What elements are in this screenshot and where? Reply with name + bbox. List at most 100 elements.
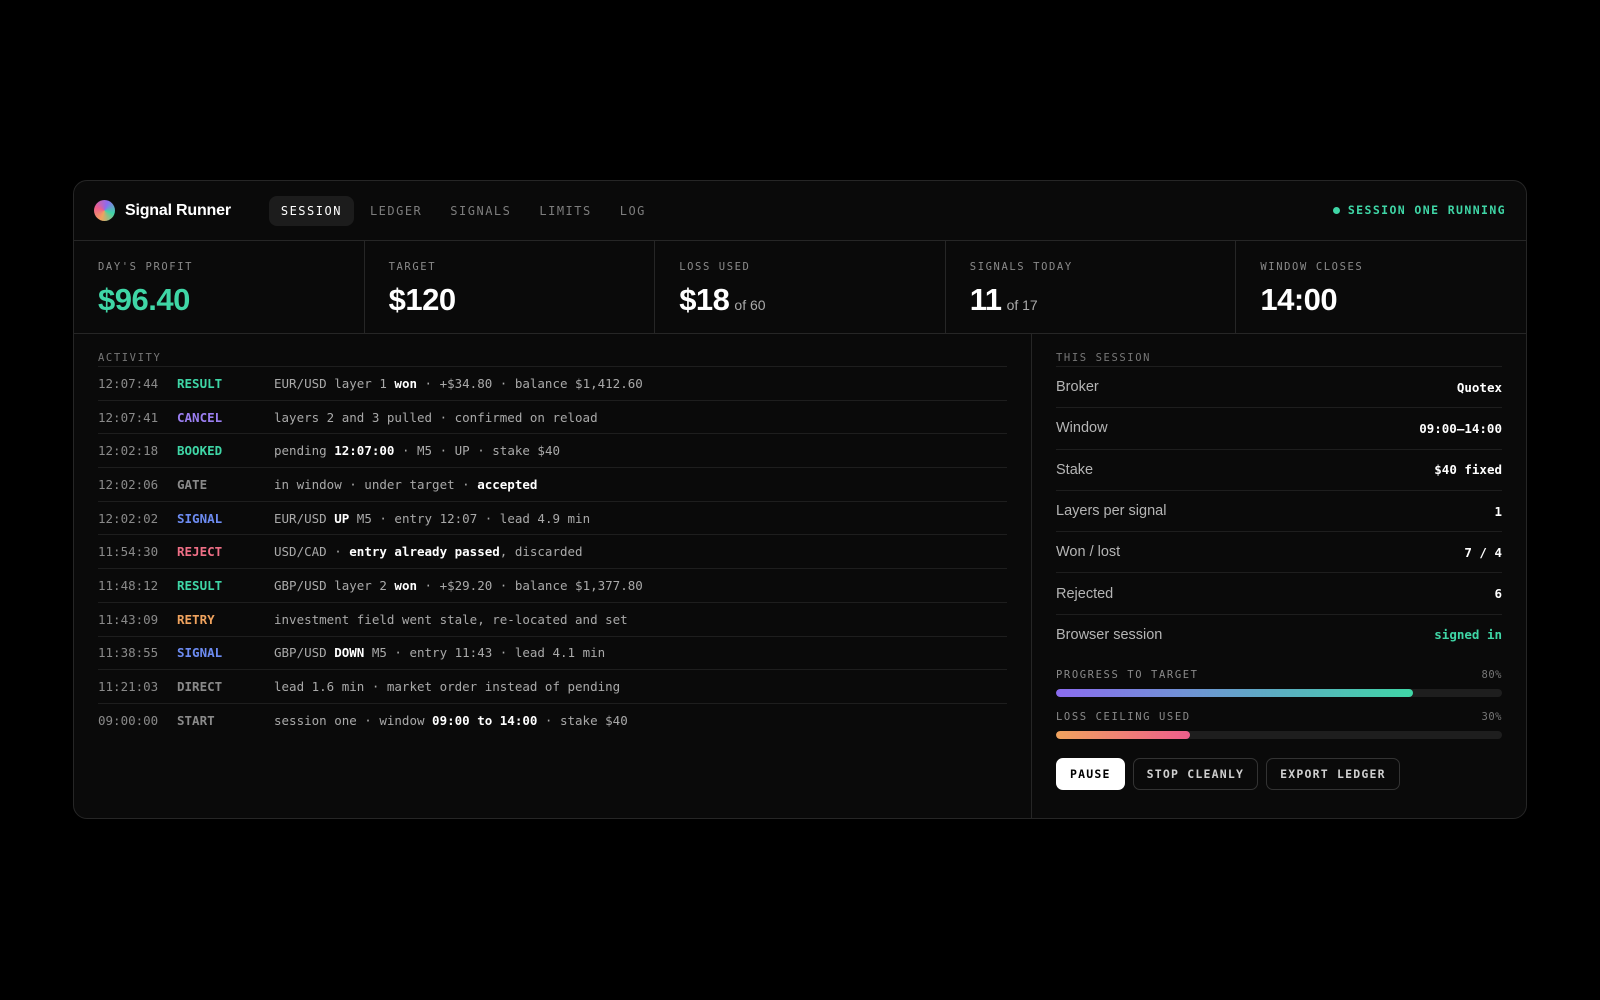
tab-limits[interactable]: LIMITS: [527, 196, 603, 226]
log-message-emphasis: 09:00 to 14:00: [432, 712, 538, 728]
loss-meter: LOSS CEILING USED 30%: [1056, 711, 1502, 740]
log-message-text: · stake $40: [537, 712, 628, 728]
log-time: 12:02:18: [98, 443, 159, 459]
session-row-stake: Stake $40 fixed: [1056, 448, 1502, 490]
loss-ceiling-percent: 30%: [1481, 711, 1502, 724]
session-value: 1: [1494, 503, 1502, 519]
stat-value: 14:00: [1260, 282, 1502, 318]
log-tag: BOOKED: [177, 443, 223, 459]
stat-value: $120: [389, 282, 631, 318]
loss-ceiling-label: LOSS CEILING USED: [1056, 711, 1191, 724]
log-message-emphasis: won: [394, 375, 417, 391]
brand: Signal Runner: [94, 200, 231, 221]
log-row: 12:02:02 SIGNAL EUR/USD UP M5 · entry 12:0…: [98, 500, 1007, 535]
pause-button[interactable]: PAUSE: [1056, 758, 1125, 791]
log-time: 12:02:06: [98, 476, 159, 492]
log-time: 11:48:12: [98, 577, 159, 593]
log-tag: SIGNAL: [177, 645, 223, 661]
tab-signals[interactable]: SIGNALS: [438, 196, 523, 226]
stat-label: SIGNALS TODAY: [969, 261, 1073, 273]
log-message-text: , discarded: [499, 544, 583, 560]
progress-percent: 80%: [1481, 669, 1502, 682]
log-message: GBP/USD layer 2 won · +$29.20 · balance …: [274, 578, 643, 593]
tab-session[interactable]: SESSION: [268, 195, 354, 226]
log-message: investment field went stale, re-located …: [274, 612, 628, 627]
log-message-text: USD/CAD ·: [274, 544, 350, 560]
activity-log: 12:07:44 RESULT EUR/USD layer 1 won · +$34…: [98, 366, 1007, 737]
activity-panel: ACTIVITY 12:07:44 RESULT EUR/USD layer 1 w…: [74, 334, 1032, 818]
stats-row: DAY'S PROFIT $96.40 TARGET $120 LOSS USE…: [74, 241, 1526, 334]
log-row: 12:07:44 RESULT EUR/USD layer 1 won · +$34…: [98, 366, 1007, 400]
stat-value: $18 of 60: [679, 282, 921, 318]
progress-fill: [1056, 689, 1413, 698]
session-key: Window: [1056, 420, 1108, 437]
log-message-text: EUR/USD: [274, 510, 335, 526]
log-time: 12:07:44: [98, 375, 159, 391]
session-value: 6: [1494, 586, 1502, 602]
log-message-text: lead 1.6 min · market order instead of p…: [274, 679, 621, 695]
signals-value: 11: [969, 282, 1002, 317]
action-buttons: PAUSE STOP CLEANLY EXPORT LEDGER: [1056, 758, 1502, 791]
log-row: 11:54:30 REJECT USD/CAD · entry already pa…: [98, 534, 1007, 568]
main-body: ACTIVITY 12:07:44 RESULT EUR/USD layer 1 w…: [74, 334, 1526, 818]
log-time: 09:00:00: [98, 712, 159, 728]
log-row: 12:02:06 GATE in window · under target · a…: [98, 467, 1007, 501]
profit-value: $96.40: [98, 282, 190, 317]
status-dot-icon: [1332, 206, 1340, 214]
log-message: in window · under target · accepted: [274, 477, 537, 492]
window-value: 14:00: [1260, 282, 1338, 317]
app-name: Signal Runner: [125, 201, 231, 219]
session-panel: THIS SESSION Broker Quotex Window 09:00–14:…: [1032, 334, 1526, 818]
log-time: 11:38:55: [98, 645, 159, 661]
log-tag: START: [177, 712, 215, 728]
stat-label: DAY'S PROFIT: [98, 261, 194, 273]
log-message-emphasis: 12:07:00: [334, 443, 395, 459]
target-value: $120: [388, 282, 456, 317]
log-row: 09:00:00 START session one · window 09:00 …: [98, 702, 1007, 737]
session-details: Broker Quotex Window 09:00–14:00 Stake $40 fi…: [1056, 366, 1502, 655]
log-message-emphasis: entry already passed: [349, 544, 500, 560]
dashboard-panel: Signal Runner SESSION LEDGER SIGNALS LIMITS…: [73, 180, 1527, 819]
log-message-text: layers 2 and 3 pulled · confirmed on rel…: [274, 409, 598, 425]
log-message-emphasis: accepted: [477, 476, 538, 492]
log-row: 11:38:55 SIGNAL GBP/USD DOWN M5 · entry 11…: [98, 635, 1007, 670]
loss-value: $18: [679, 282, 730, 317]
session-key: Stake: [1056, 461, 1094, 478]
session-row-browser-session: Browser session signed in: [1056, 613, 1502, 655]
log-tag: RETRY: [177, 611, 215, 627]
session-key: Won / lost: [1056, 544, 1121, 561]
session-value: signed in: [1434, 627, 1502, 643]
session-row-won-lost: Won / lost 7 / 4: [1056, 531, 1502, 572]
top-bar: Signal Runner SESSION LEDGER SIGNALS LIMITS…: [74, 181, 1526, 241]
session-value: Quotex: [1456, 379, 1502, 395]
tab-bar: SESSION LEDGER SIGNALS LIMITS LOG: [268, 195, 658, 226]
log-message: GBP/USD DOWN M5 · entry 11:43 · lead 4.1…: [274, 645, 605, 660]
stat-window-closes: WINDOW CLOSES 14:00: [1236, 241, 1526, 333]
log-message: USD/CAD · entry already passed, discarde…: [274, 544, 583, 559]
progress-label: PROGRESS TO TARGET: [1056, 669, 1199, 682]
log-time: 11:21:03: [98, 679, 159, 695]
log-message-text: · M5 · UP · stake $40: [394, 443, 561, 459]
stop-cleanly-button[interactable]: STOP CLEANLY: [1132, 758, 1259, 791]
log-message-text: M5 · entry 11:43 · lead 4.1 min: [364, 645, 606, 661]
progress-track: [1056, 689, 1502, 698]
stat-label: LOSS USED: [679, 261, 751, 273]
loss-sub: of 60: [734, 297, 766, 313]
tab-ledger[interactable]: LEDGER: [358, 196, 434, 226]
log-message-text: · +$34.80 · balance $1,412.60: [417, 375, 643, 391]
log-message: layers 2 and 3 pulled · confirmed on rel…: [274, 410, 598, 425]
logo-icon: [94, 200, 115, 221]
stat-label: WINDOW CLOSES: [1260, 261, 1364, 273]
log-message-text: investment field went stale, re-located …: [274, 611, 628, 627]
session-row-window: Window 09:00–14:00: [1056, 407, 1502, 448]
stat-label: TARGET: [388, 261, 437, 273]
log-message-text: M5 · entry 12:07 · lead 4.9 min: [349, 510, 591, 526]
tab-log[interactable]: LOG: [608, 196, 658, 226]
progress-meter: PROGRESS TO TARGET 80%: [1056, 669, 1502, 698]
session-row-broker: Broker Quotex: [1056, 366, 1502, 407]
session-key: Broker: [1056, 379, 1099, 396]
export-ledger-button[interactable]: EXPORT LEDGER: [1266, 758, 1400, 791]
log-message-text: GBP/USD layer 2: [274, 577, 395, 593]
log-message-text: pending: [274, 443, 335, 459]
log-message-text: · +$29.20 · balance $1,377.80: [417, 577, 643, 593]
